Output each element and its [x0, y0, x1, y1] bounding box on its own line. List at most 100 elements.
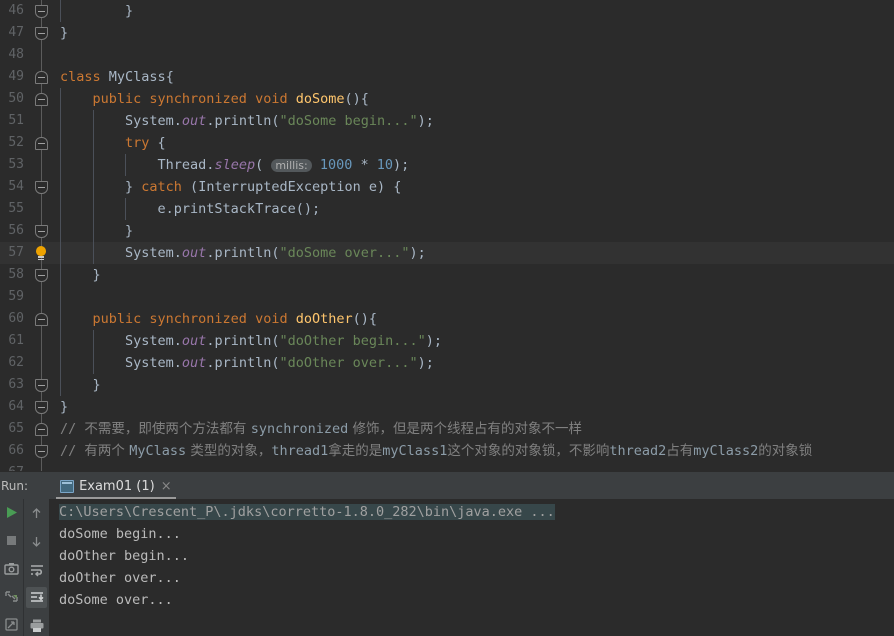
code-token: millis: — [271, 159, 312, 172]
fold-marker-icon[interactable] — [35, 401, 48, 414]
fold-marker-icon[interactable] — [35, 423, 48, 436]
fold-marker-icon[interactable] — [35, 5, 48, 18]
editor-gutter[interactable] — [26, 154, 58, 176]
editor-gutter[interactable] — [26, 198, 58, 220]
code-token: class — [60, 69, 109, 85]
print-button[interactable] — [26, 615, 47, 636]
editor-gutter[interactable] — [26, 352, 58, 374]
editor-gutter[interactable] — [26, 330, 58, 352]
editor-gutter[interactable] — [26, 22, 58, 44]
editor-gutter[interactable] — [26, 66, 58, 88]
code-line[interactable]: 51 System.out.println("doSome begin...")… — [0, 110, 894, 132]
code-token: public synchronized void — [60, 91, 296, 107]
fold-marker-icon[interactable] — [35, 313, 48, 326]
fold-marker-icon[interactable] — [35, 27, 48, 40]
fold-marker-icon[interactable] — [35, 225, 48, 238]
code-line[interactable]: 57 System.out.println("doSome over..."); — [0, 242, 894, 264]
fold-marker-icon[interactable] — [35, 181, 48, 194]
code-text: } — [58, 396, 894, 418]
editor-gutter[interactable] — [26, 242, 58, 264]
code-line[interactable]: 61 System.out.println("doOther begin..."… — [0, 330, 894, 352]
line-number: 46 — [8, 3, 24, 18]
code-line[interactable]: 53 Thread.sleep( millis: 1000 * 10); — [0, 154, 894, 176]
up-button[interactable] — [26, 503, 47, 524]
code-text: try { — [58, 132, 894, 154]
code-line[interactable]: 63 } — [0, 374, 894, 396]
fold-marker-icon[interactable] — [35, 269, 48, 282]
code-line[interactable]: 47} — [0, 22, 894, 44]
intention-bulb-icon[interactable] — [34, 246, 48, 260]
code-line[interactable]: 66// 有两个 MyClass 类型的对象，thread1拿走的是myClas… — [0, 440, 894, 462]
code-text: Thread.sleep( millis: 1000 * 10); — [58, 154, 894, 176]
line-number: 50 — [8, 91, 24, 106]
soft-wrap-icon — [30, 565, 43, 577]
fold-rail — [41, 110, 42, 132]
editor-gutter[interactable] — [26, 440, 58, 462]
editor-gutter[interactable] — [26, 418, 58, 440]
close-icon[interactable]: × — [160, 480, 172, 493]
editor-gutter[interactable] — [26, 396, 58, 418]
indent-guide — [60, 198, 61, 220]
editor-gutter[interactable] — [26, 44, 58, 66]
indent-guide — [60, 110, 61, 132]
fold-marker-icon[interactable] — [35, 379, 48, 392]
code-token: myClass1 — [382, 443, 448, 459]
editor-gutter[interactable] — [26, 308, 58, 330]
rerun-button[interactable] — [1, 502, 22, 523]
code-line[interactable]: 65 // 不需要，即使两个方法都有 synchronized 修饰，但是两个线程… — [0, 418, 894, 440]
code-editor[interactable]: 46 } 47} 48 49 class MyClass{50 public synch… — [0, 0, 894, 471]
code-line[interactable]: 64} — [0, 396, 894, 418]
code-line[interactable]: 55 e.printStackTrace(); — [0, 198, 894, 220]
scroll-to-end-icon — [30, 592, 44, 602]
fold-rail — [41, 330, 42, 352]
fold-rail — [41, 462, 42, 471]
code-token: .println( — [206, 355, 280, 371]
code-token: MyClass — [129, 443, 187, 459]
code-line[interactable]: 60 public synchronized void doOther(){ — [0, 308, 894, 330]
console-output[interactable]: C:\Users\Crescent_P\.jdks\corretto-1.8.0… — [49, 499, 894, 636]
editor-gutter[interactable] — [26, 264, 58, 286]
code-token: out — [181, 333, 207, 349]
fold-marker-icon[interactable] — [35, 137, 48, 150]
pin-tab-button[interactable] — [1, 614, 22, 635]
editor-gutter[interactable] — [26, 132, 58, 154]
code-line[interactable]: 56 } — [0, 220, 894, 242]
scroll-to-end-button[interactable] — [26, 587, 47, 608]
editor-gutter[interactable] — [26, 220, 58, 242]
editor-gutter[interactable] — [26, 286, 58, 308]
code-line[interactable]: 67 — [0, 462, 894, 471]
code-line[interactable]: 58 } — [0, 264, 894, 286]
fold-marker-icon[interactable] — [35, 445, 48, 458]
line-number: 58 — [8, 267, 24, 282]
code-token: } — [60, 3, 134, 19]
code-token: } — [60, 377, 101, 393]
code-token: 这个对象的对象锁，不影响 — [447, 443, 610, 459]
down-button[interactable] — [26, 531, 47, 552]
editor-gutter[interactable] — [26, 0, 58, 22]
code-line[interactable]: 59 — [0, 286, 894, 308]
editor-gutter[interactable] — [26, 110, 58, 132]
code-line[interactable]: 48 — [0, 44, 894, 66]
code-line[interactable]: 50 public synchronized void doSome(){ — [0, 88, 894, 110]
run-tab-exam01[interactable]: Exam01 (1) × — [52, 479, 178, 499]
fold-marker-icon[interactable] — [35, 93, 48, 106]
editor-gutter[interactable] — [26, 176, 58, 198]
code-line[interactable]: 54 } catch (InterruptedException e) { — [0, 176, 894, 198]
code-line[interactable]: 46 } — [0, 0, 894, 22]
console-line: doSome over... — [59, 592, 173, 608]
code-line[interactable]: 62 System.out.println("doOther over...")… — [0, 352, 894, 374]
code-token: ); — [393, 157, 410, 173]
code-line[interactable]: 52 try { — [0, 132, 894, 154]
code-text: } — [58, 264, 894, 286]
dump-threads-button[interactable] — [1, 558, 22, 579]
console-line: doOther over... — [59, 570, 181, 586]
editor-gutter[interactable] — [26, 462, 58, 471]
editor-gutter[interactable] — [26, 88, 58, 110]
code-token: .println( — [206, 333, 280, 349]
fold-marker-icon[interactable] — [35, 71, 48, 84]
code-line[interactable]: 49 class MyClass{ — [0, 66, 894, 88]
editor-gutter[interactable] — [26, 374, 58, 396]
restore-layout-button[interactable] — [1, 586, 22, 607]
soft-wrap-button[interactable] — [26, 559, 47, 580]
stop-button[interactable] — [1, 530, 22, 551]
